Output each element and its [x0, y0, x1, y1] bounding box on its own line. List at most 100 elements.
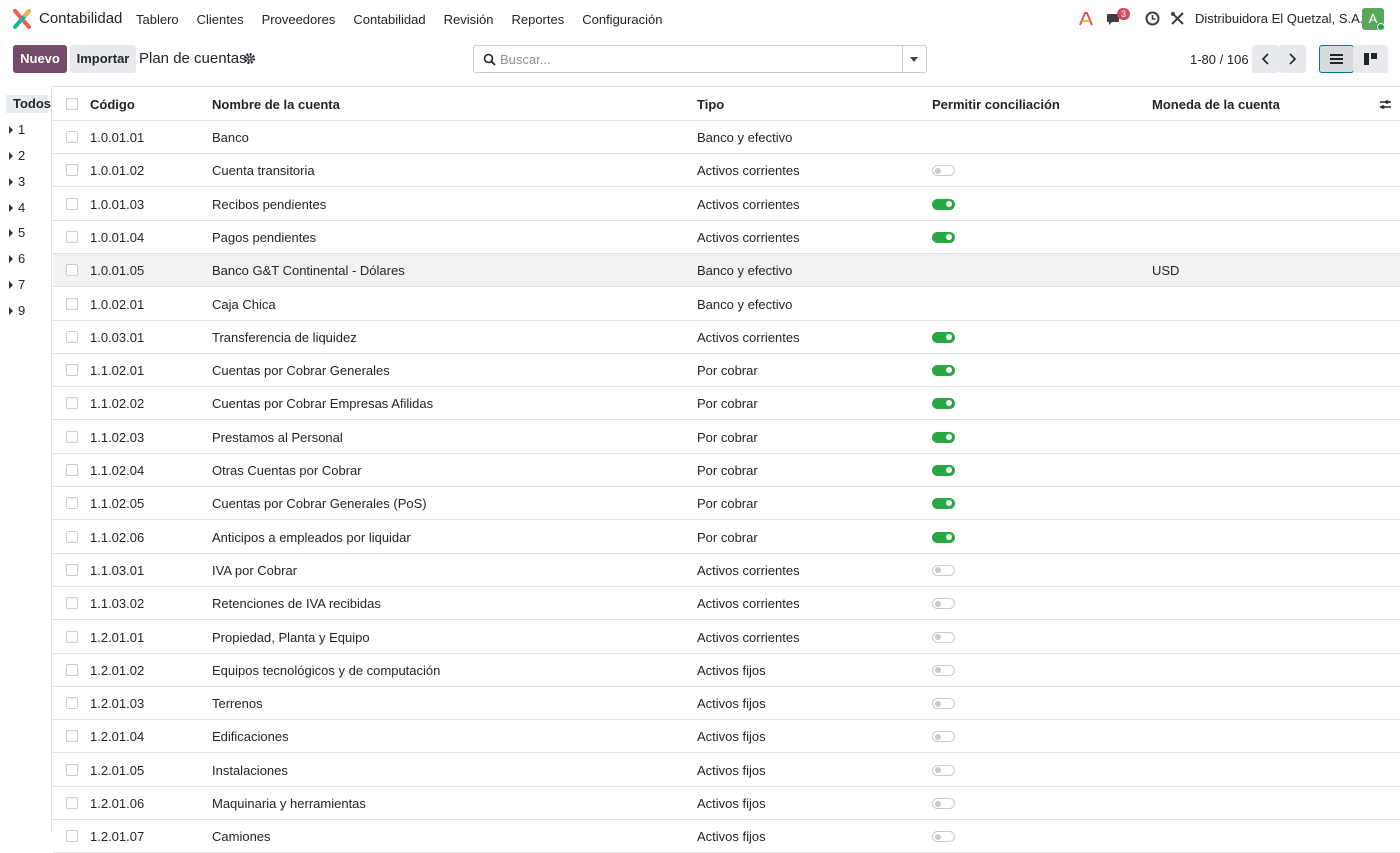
table-row[interactable]: 1.0.01.02 Cuenta transitoria Activos corri… [53, 154, 1400, 188]
table-row[interactable]: 1.2.01.04 Edificaciones Activos fijos [53, 720, 1400, 754]
reconcile-toggle[interactable] [932, 165, 955, 177]
row-checkbox[interactable] [66, 563, 78, 576]
table-row[interactable]: 1.2.01.01 Propiedad, Planta y Equipo Activ… [53, 621, 1400, 654]
menu-item-configuracion[interactable]: Configuración [573, 12, 671, 27]
table-row[interactable]: 1.0.01.01 Banco Banco y efectivo [53, 121, 1400, 154]
reconcile-toggle[interactable] [932, 598, 955, 610]
sidebar-group-4[interactable]: 4 [9, 200, 25, 215]
row-checkbox[interactable] [66, 297, 78, 310]
reconcile-toggle[interactable] [932, 431, 955, 443]
sidebar-group-7[interactable]: 7 [9, 277, 25, 292]
row-checkbox[interactable] [66, 763, 78, 776]
search-input[interactable] [500, 50, 900, 68]
reconcile-toggle[interactable] [932, 798, 955, 809]
reconcile-toggle[interactable] [932, 564, 955, 576]
reconcile-toggle[interactable] [932, 631, 955, 643]
table-row[interactable]: 1.2.01.07 Camiones Activos fijos [53, 820, 1400, 853]
row-checkbox[interactable] [66, 663, 78, 676]
row-checkbox[interactable] [66, 330, 78, 343]
row-checkbox[interactable] [66, 131, 78, 143]
accounting-app-icon[interactable] [12, 9, 32, 29]
reconcile-toggle[interactable] [932, 731, 955, 743]
pager-value[interactable]: 1-80 / 106 [1190, 52, 1249, 67]
row-checkbox[interactable] [66, 730, 78, 743]
table-row[interactable]: 1.1.02.02 Cuentas por Cobrar Empresas Afi… [53, 387, 1400, 421]
company-switcher[interactable]: Distribuidora El Quetzal, S.A. [1195, 11, 1363, 26]
table-row[interactable]: 1.1.02.03 Prestamos al Personal Por cobrar [53, 421, 1400, 454]
sidebar-group-5[interactable]: 5 [9, 225, 25, 240]
optional-columns-icon[interactable] [1379, 98, 1392, 111]
table-row[interactable]: 1.2.01.02 Equipos tecnológicos y de compu… [53, 654, 1400, 687]
app-name[interactable]: Contabilidad [39, 10, 122, 27]
reconcile-toggle[interactable] [932, 365, 955, 377]
menu-item-contabilidad[interactable]: Contabilidad [344, 12, 434, 27]
sidebar-group-2[interactable]: 2 [9, 148, 25, 163]
row-checkbox[interactable] [66, 497, 78, 510]
select-all-checkbox[interactable] [66, 98, 78, 110]
reconcile-toggle[interactable] [932, 698, 955, 710]
row-checkbox[interactable] [66, 797, 78, 809]
row-checkbox[interactable] [66, 230, 78, 243]
row-checkbox[interactable] [66, 364, 78, 377]
row-checkbox[interactable] [66, 397, 78, 410]
reconcile-toggle[interactable] [932, 398, 955, 410]
menu-item-proveedores[interactable]: Proveedores [253, 12, 345, 27]
new-button[interactable]: Nuevo [13, 45, 67, 73]
table-row[interactable]: 1.0.01.03 Recibos pendientes Activos corri… [53, 188, 1400, 221]
reconcile-toggle[interactable] [932, 498, 955, 510]
import-button[interactable]: Importar [70, 45, 136, 73]
menu-item-tablero[interactable]: Tablero [127, 12, 188, 27]
table-row[interactable]: 1.1.02.01 Cuentas por Cobrar Generales Por… [53, 354, 1400, 388]
row-checkbox[interactable] [66, 197, 78, 210]
row-checkbox[interactable] [66, 430, 78, 443]
reconcile-toggle[interactable] [932, 664, 955, 676]
search-options-toggle[interactable] [902, 46, 926, 72]
table-row[interactable]: 1.2.01.06 Maquinaria y herramientas Activo… [53, 787, 1400, 820]
menu-item-reportes[interactable]: Reportes [502, 12, 573, 27]
ai-assistant-icon[interactable] [1078, 11, 1094, 27]
column-header-type[interactable]: Tipo [697, 97, 724, 112]
sidebar-item-all[interactable]: Todos [6, 95, 51, 113]
pager-previous-button[interactable] [1252, 45, 1279, 73]
table-row[interactable]: 1.0.03.01 Transferencia de liquidez Activo… [53, 321, 1400, 354]
table-row[interactable]: 1.1.02.05 Cuentas por Cobrar Generales (P… [53, 487, 1400, 521]
table-row[interactable]: 1.2.01.05 Instalaciones Activos fijos [53, 754, 1400, 787]
table-row[interactable]: 1.1.03.02 Retenciones de IVA recibidas Act… [53, 587, 1400, 621]
kanban-view-button[interactable] [1353, 45, 1388, 73]
sidebar-group-9[interactable]: 9 [9, 303, 25, 318]
reconcile-toggle[interactable] [932, 231, 955, 243]
table-row[interactable]: 1.0.01.05 Banco G&T Continental - Dólares… [53, 254, 1400, 288]
debug-tools-icon[interactable] [1170, 11, 1185, 26]
pager-next-button[interactable] [1279, 45, 1306, 73]
reconcile-toggle[interactable] [932, 198, 955, 210]
column-header-code[interactable]: Código [90, 97, 135, 112]
row-checkbox[interactable] [66, 530, 78, 543]
gear-icon[interactable] [243, 52, 256, 65]
table-row[interactable]: 1.1.02.06 Anticipos a empleados por liqui… [53, 521, 1400, 554]
reconcile-toggle[interactable] [932, 465, 955, 476]
row-checkbox[interactable] [66, 697, 78, 710]
table-row[interactable]: 1.0.01.04 Pagos pendientes Activos corrien… [53, 221, 1400, 254]
row-checkbox[interactable] [66, 464, 78, 476]
column-header-name[interactable]: Nombre de la cuenta [212, 97, 340, 112]
sidebar-group-3[interactable]: 3 [9, 174, 25, 189]
menu-item-clientes[interactable]: Clientes [188, 12, 253, 27]
row-checkbox[interactable] [66, 597, 78, 610]
sidebar-group-1[interactable]: 1 [9, 122, 25, 137]
row-checkbox[interactable] [66, 630, 78, 643]
reconcile-toggle[interactable] [932, 531, 955, 543]
column-header-currency[interactable]: Moneda de la cuenta [1152, 97, 1280, 112]
row-checkbox[interactable] [66, 164, 78, 177]
table-row[interactable]: 1.1.02.04 Otras Cuentas por Cobrar Por cob… [53, 454, 1400, 487]
table-row[interactable]: 1.2.01.03 Terrenos Activos fijos [53, 687, 1400, 721]
table-row[interactable]: 1.1.03.01 IVA por Cobrar Activos corriente… [53, 554, 1400, 587]
table-row[interactable]: 1.0.02.01 Caja Chica Banco y efectivo [53, 288, 1400, 321]
column-header-reconcile[interactable]: Permitir conciliación [932, 97, 1060, 112]
menu-item-revision[interactable]: Revisión [435, 12, 503, 27]
reconcile-toggle[interactable] [932, 331, 955, 343]
sidebar-group-6[interactable]: 6 [9, 251, 25, 266]
row-checkbox[interactable] [66, 830, 78, 843]
list-view-button[interactable] [1319, 45, 1354, 73]
reconcile-toggle[interactable] [932, 764, 955, 776]
row-checkbox[interactable] [66, 264, 78, 277]
